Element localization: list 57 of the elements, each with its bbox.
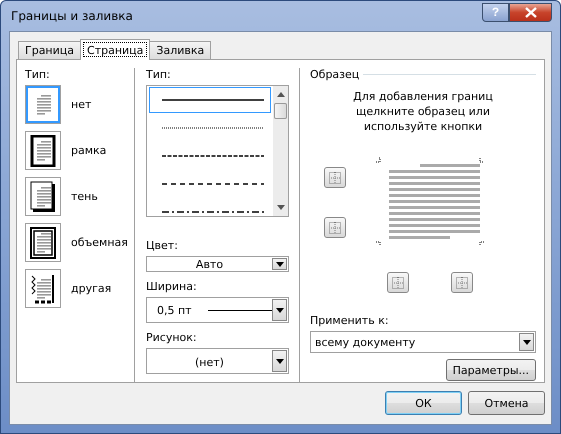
border-grid-icon	[392, 276, 404, 288]
dialog-button[interactable]: ОК	[385, 391, 462, 415]
scroll-up-icon	[276, 92, 284, 97]
width-label: Ширина:	[146, 280, 197, 294]
border-button[interactable]	[387, 272, 409, 293]
color-label: Цвет:	[146, 239, 178, 252]
dropdown-icon	[276, 262, 284, 267]
setting-button[interactable]	[25, 177, 61, 216]
preview-label: Образец	[310, 68, 360, 81]
tab[interactable]: Заливка	[149, 41, 212, 59]
setting-button[interactable]	[25, 269, 61, 308]
line-sample-icon	[162, 126, 264, 130]
close-icon	[524, 6, 536, 18]
setting-label: Тип:	[25, 68, 50, 81]
tab[interactable]: Страница	[80, 39, 150, 60]
page-icon	[29, 134, 57, 166]
border-button[interactable]	[324, 167, 346, 188]
apply-dropdown[interactable]: всему документу	[310, 331, 536, 353]
options-button[interactable]: Параметры...	[446, 359, 536, 381]
style-label: Тип:	[146, 68, 171, 81]
window-title: Границы и заливка	[10, 9, 134, 23]
dialog-button[interactable]: Отмена	[468, 391, 545, 415]
setting-label: тень	[71, 190, 98, 203]
preview-hint: Для добавления границ щелкните образец или используйте кнопки	[352, 89, 494, 134]
dropdown-icon	[276, 308, 284, 313]
border-button[interactable]	[324, 217, 346, 238]
scroll-thumb[interactable]	[274, 103, 287, 119]
border-grid-icon	[329, 172, 341, 184]
dropdown-icon	[276, 358, 284, 364]
setting-label: другая	[71, 282, 112, 295]
art-dropdown[interactable]: (нет)	[146, 348, 289, 374]
setting-label: объемная	[71, 236, 128, 249]
page-icon	[29, 180, 57, 212]
page-icon	[29, 272, 57, 304]
setting-button[interactable]	[25, 223, 61, 262]
tab[interactable]: Граница	[18, 41, 82, 59]
line-sample-icon	[162, 182, 264, 186]
setting-label: рамка	[71, 144, 106, 157]
page-icon	[29, 226, 57, 258]
dropdown-icon	[522, 340, 530, 344]
art-label: Рисунок:	[146, 331, 197, 344]
line-sample-icon	[162, 210, 264, 214]
border-grid-icon	[456, 276, 468, 288]
scroll-down-icon	[276, 205, 284, 210]
setting-button[interactable]	[25, 131, 61, 170]
line-style-item[interactable]	[149, 87, 271, 113]
line-sample-icon	[162, 98, 264, 102]
border-button[interactable]	[451, 272, 473, 293]
width-dropdown[interactable]: 0,5 пт	[146, 297, 289, 324]
setting-label: нет	[71, 98, 92, 111]
color-dropdown[interactable]: Авто	[146, 256, 289, 272]
close-button[interactable]	[509, 2, 552, 22]
scrollbar[interactable]	[273, 86, 288, 216]
apply-label: Применить к:	[310, 314, 389, 327]
border-grid-icon	[329, 222, 341, 234]
line-sample-icon	[208, 308, 274, 312]
line-sample-icon	[162, 154, 264, 158]
